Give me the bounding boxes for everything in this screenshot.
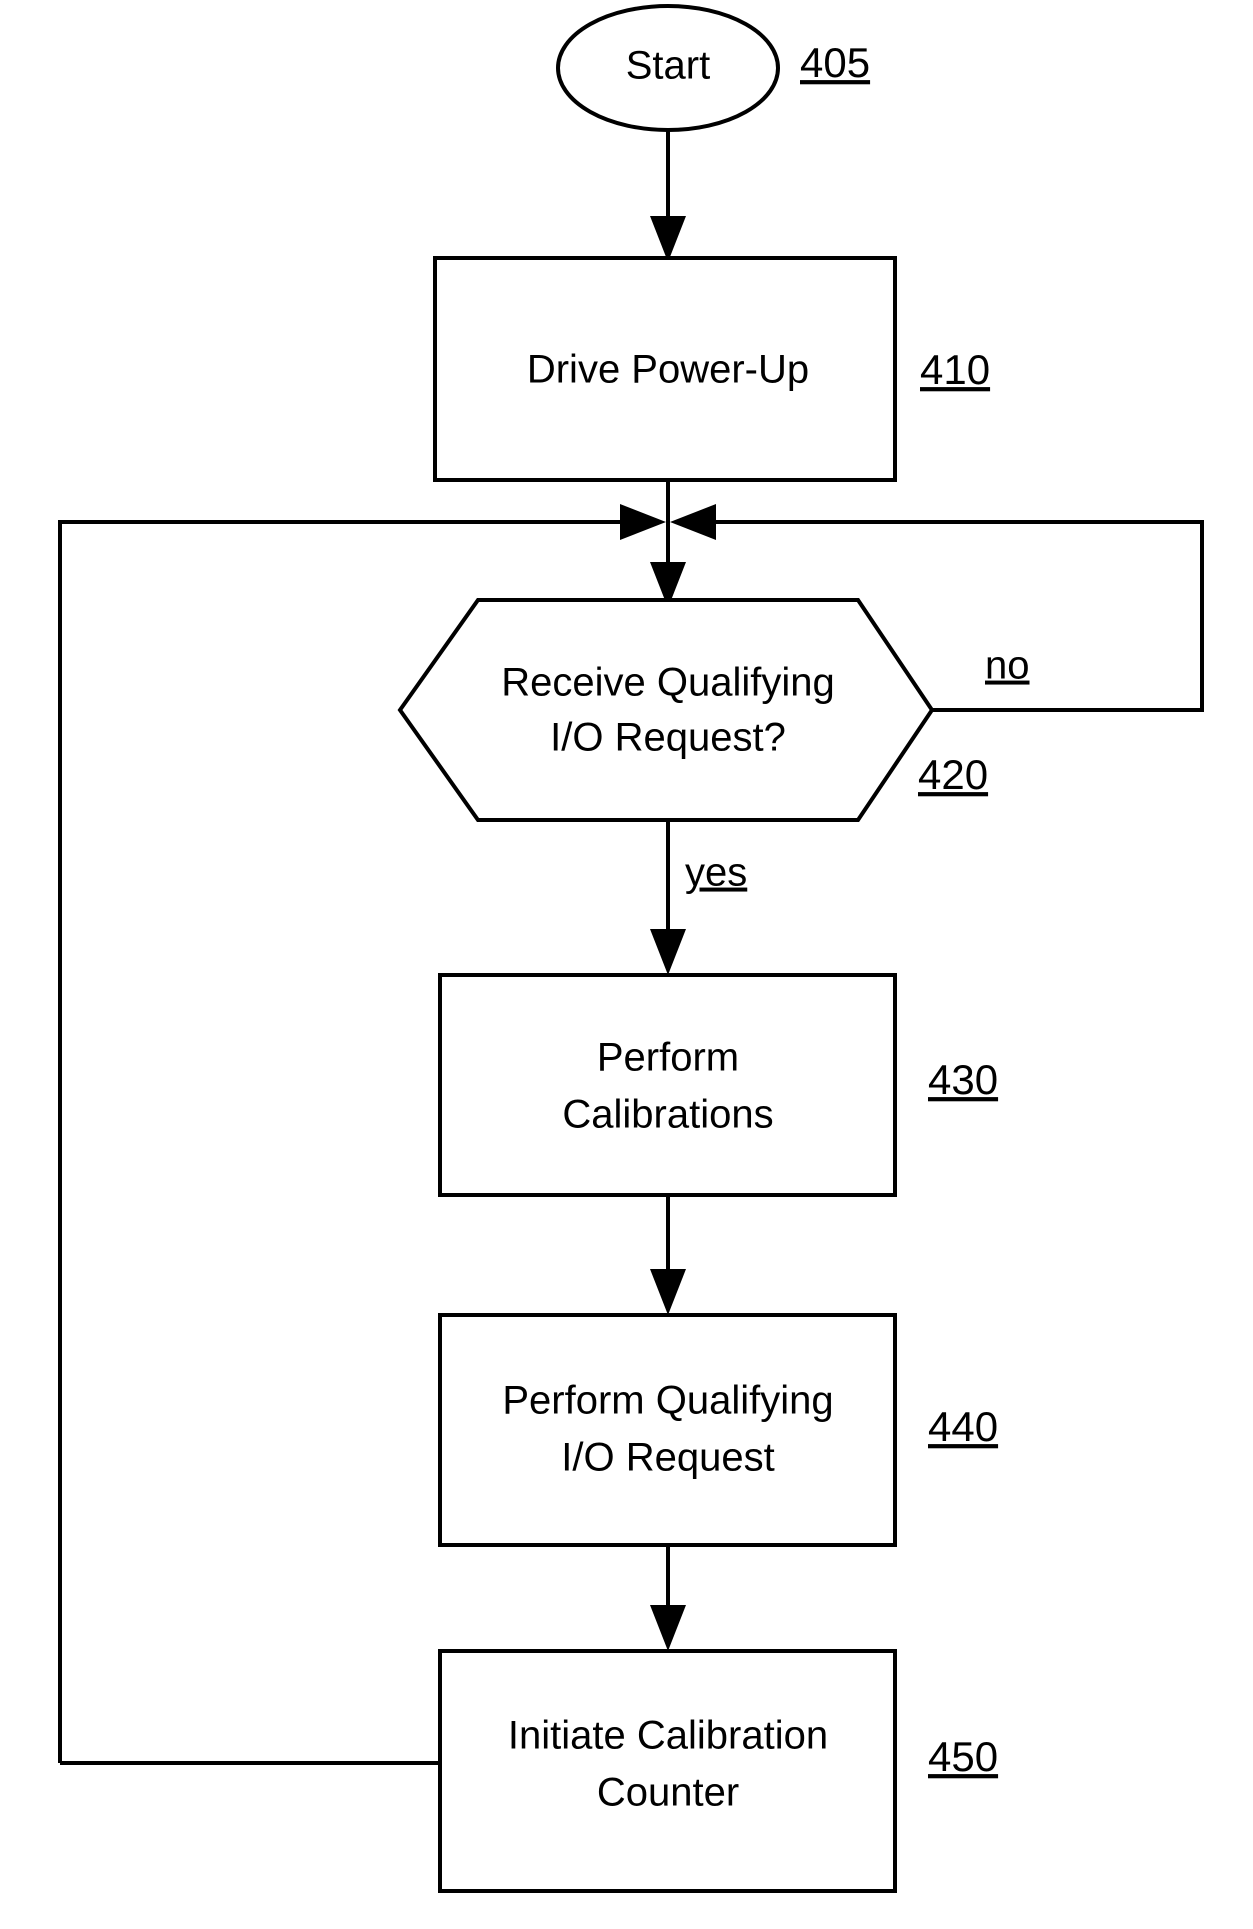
node-decision-label-line1: Receive Qualifying [501,661,835,705]
node-perform-calibrations-label-line2: Calibrations [562,1093,773,1137]
edge-label-no: no [985,644,1030,688]
edge-decision-yes-to-perform-calibrations [650,820,686,975]
ref-label-405: 405 [800,39,870,86]
node-initiate-counter-label-line2: Counter [597,1771,739,1815]
edge-start-to-drive-power-up [650,130,686,262]
node-initiate-counter-label-line1: Initiate Calibration [508,1714,828,1758]
edge-label-yes: yes [685,851,747,895]
flowchart-diagram: Start Drive Power-Up Receive Qualifying … [0,0,1253,1929]
ref-label-450: 450 [928,1733,998,1780]
edge-calibrations-to-qualifying [650,1195,686,1315]
ref-numeral-start: 405 [800,39,870,86]
edge-drive-power-up-to-decision [650,480,686,608]
edge-label-no-group: no [985,644,1030,688]
ref-numeral-drive-power-up: 410 [920,346,990,393]
node-drive-power-up-label: Drive Power-Up [527,348,809,392]
ref-numeral-decision: 420 [918,751,988,798]
ref-label-420: 420 [918,751,988,798]
ref-numeral-perform-qualifying: 440 [928,1403,998,1450]
node-decision-shape [397,598,935,822]
node-decision-label-line2: I/O Request? [550,716,786,760]
node-perform-calibrations-label-line1: Perform [597,1036,739,1080]
node-perform-calibrations-shape [438,973,897,1197]
ref-numeral-initiate-counter: 450 [928,1733,998,1780]
ref-label-440: 440 [928,1403,998,1450]
node-perform-qualifying-label-line2: I/O Request [561,1436,774,1480]
flowchart-canvas: Start Drive Power-Up Receive Qualifying … [58,4,1204,1893]
node-start-label: Start [626,44,710,88]
ref-label-430: 430 [928,1056,998,1103]
node-perform-qualifying-label-line1: Perform Qualifying [502,1379,833,1423]
edge-qualifying-to-counter [650,1545,686,1651]
node-perform-qualifying-shape [438,1313,897,1547]
ref-numeral-perform-calibrations: 430 [928,1056,998,1103]
edge-label-yes-group: yes [685,851,747,895]
ref-label-410: 410 [920,346,990,393]
